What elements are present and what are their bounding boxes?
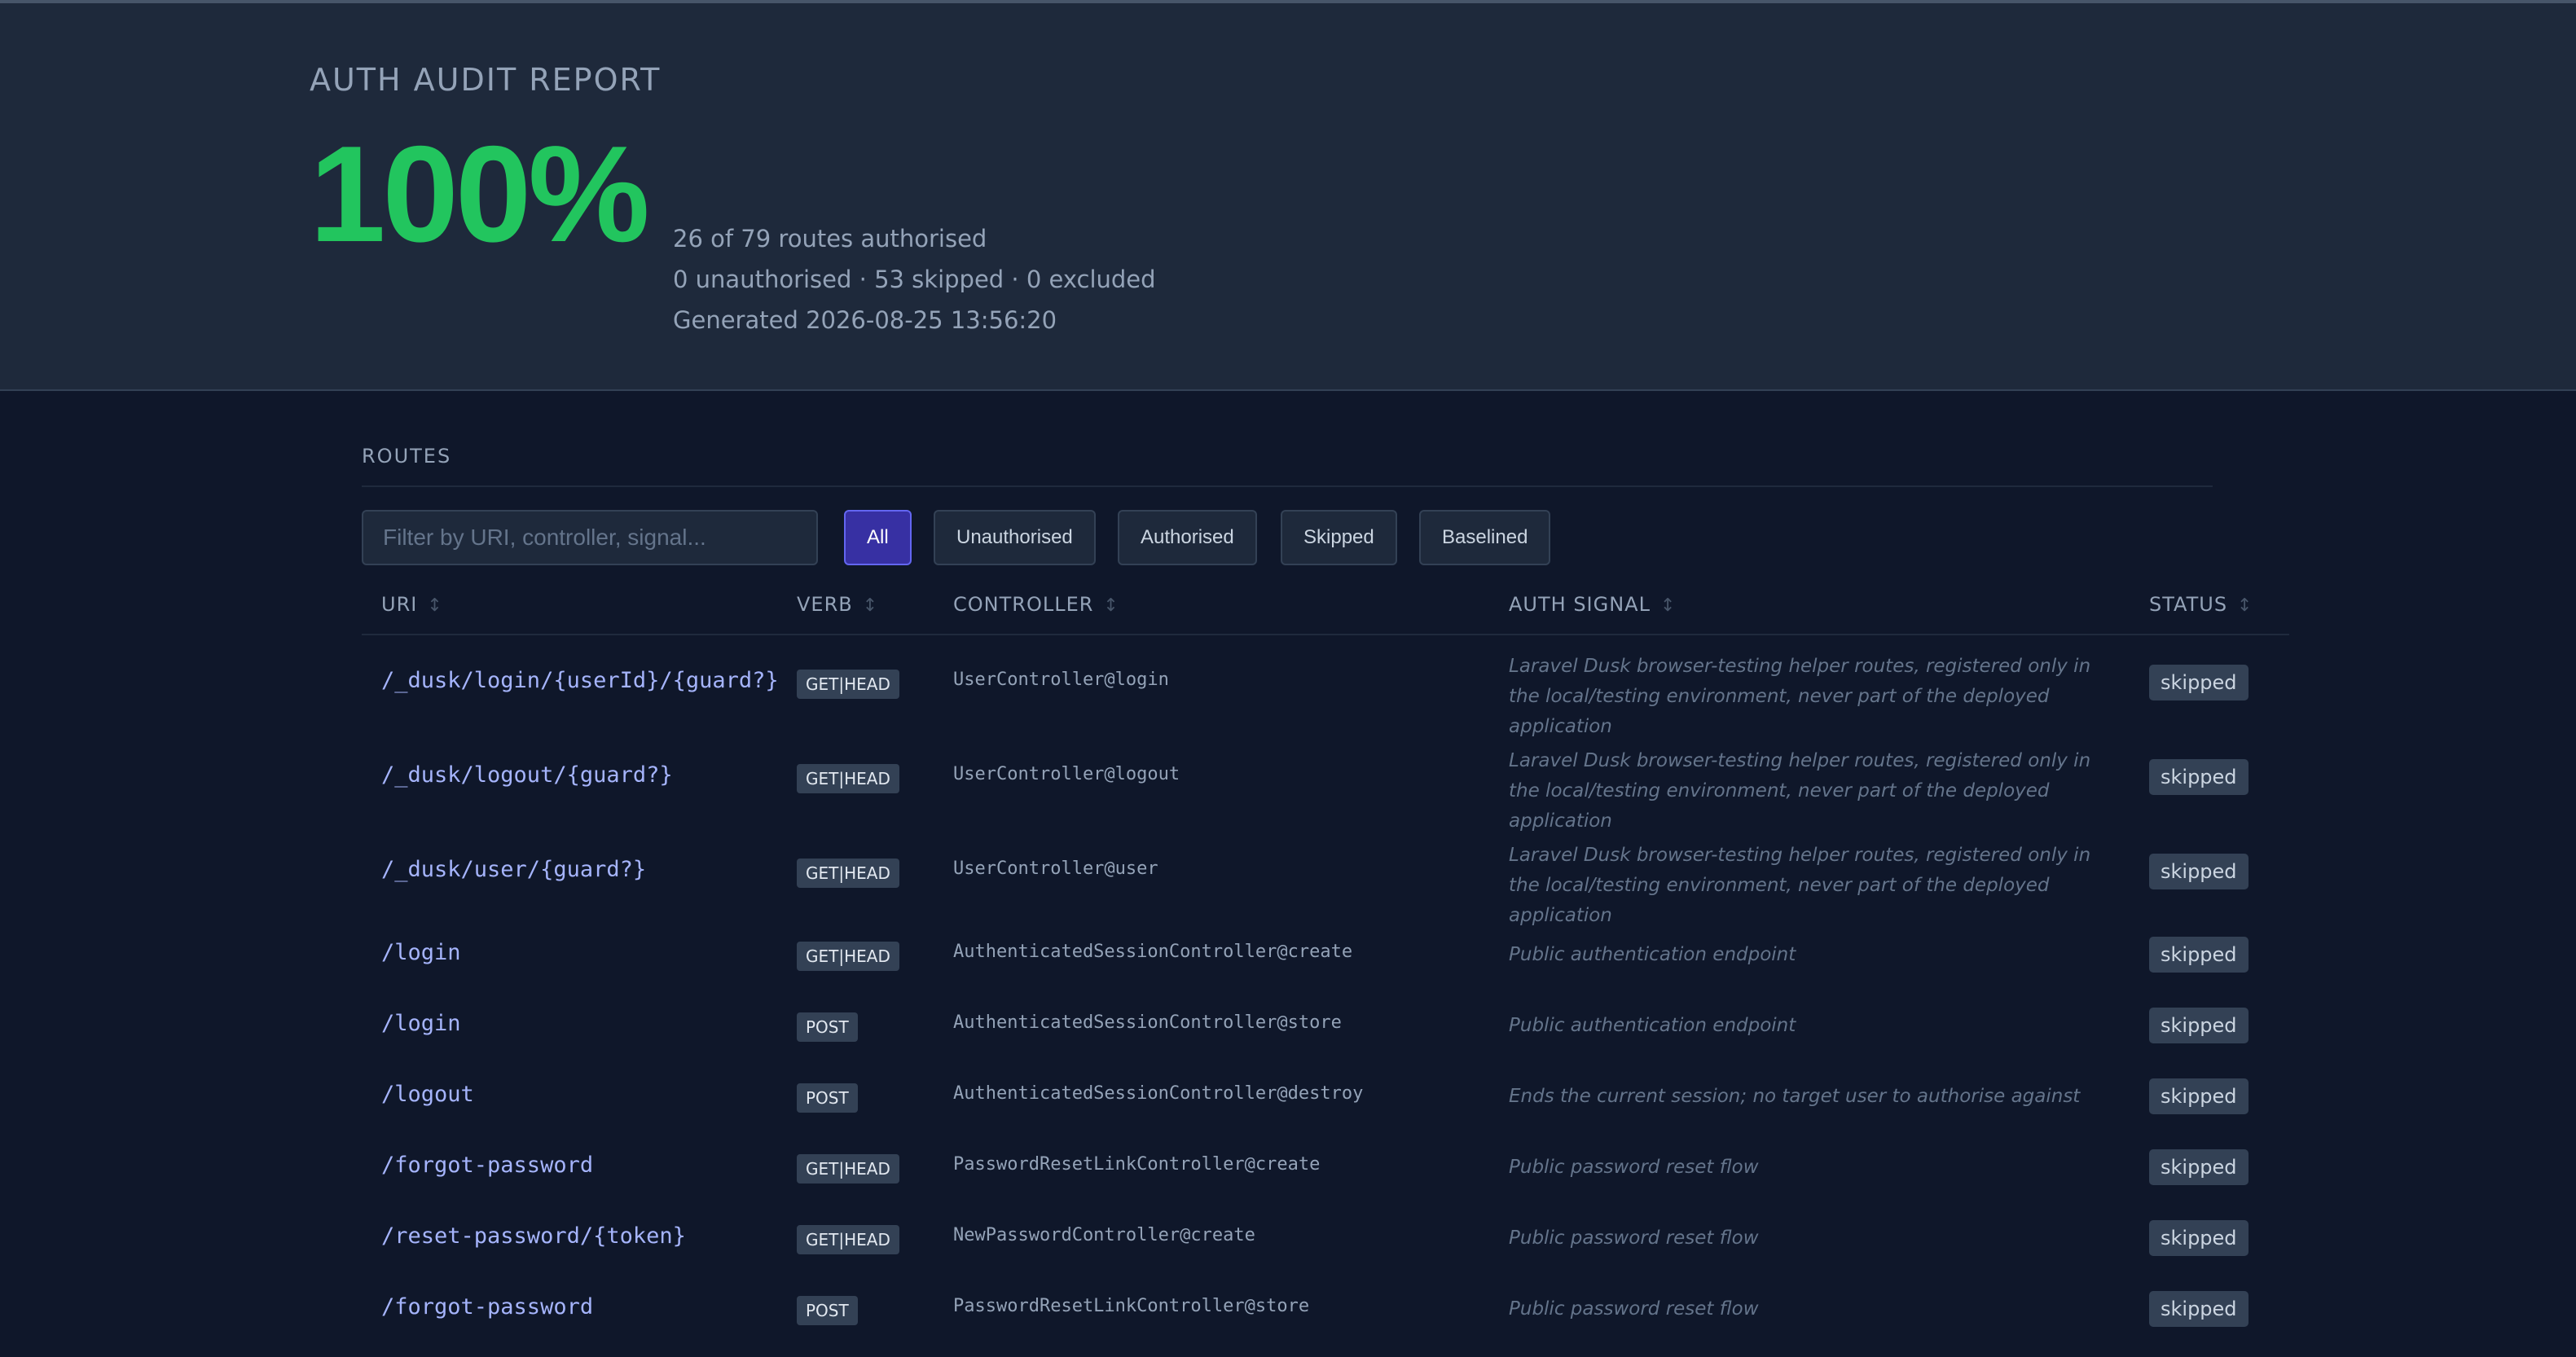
- controller-cell: PasswordResetLinkController@create: [953, 1154, 1321, 1175]
- column-header-verb[interactable]: VERB ↕: [797, 593, 878, 616]
- table-row[interactable]: /reset-password/{token} GET|HEAD NewPass…: [362, 1202, 2289, 1273]
- auth-signal-cell: Ends the current session; no target user…: [1509, 1086, 2081, 1107]
- status-badge: skipped: [2149, 1008, 2249, 1043]
- controller-cell: NewPasswordController@create: [953, 1225, 1255, 1245]
- filter-skipped-button[interactable]: Skipped: [1281, 510, 1397, 565]
- column-label: VERB: [797, 593, 853, 616]
- column-header-auth-signal[interactable]: AUTH SIGNAL ↕: [1509, 593, 1676, 616]
- controller-cell: UserController@logout: [953, 764, 1180, 784]
- table-row[interactable]: /_dusk/logout/{guard?} GET|HEAD UserCont…: [362, 730, 2289, 832]
- auth-signal-cell: Public password reset flow: [1509, 1157, 1759, 1178]
- sort-icon: ↕: [862, 595, 879, 616]
- filter-all-button[interactable]: All: [844, 510, 912, 565]
- auth-signal-cell: Laravel Dusk browser-testing helper rout…: [1509, 750, 2091, 832]
- status-badge: skipped: [2149, 1149, 2249, 1185]
- authorised-percentage: 100%: [310, 117, 650, 270]
- verb-badge: GET|HEAD: [797, 859, 899, 888]
- status-badge: skipped: [2149, 1220, 2249, 1256]
- status-badge: skipped: [2149, 665, 2249, 700]
- route-uri-link[interactable]: /forgot-password: [381, 1153, 593, 1178]
- verb-badge: GET|HEAD: [797, 942, 899, 971]
- report-summary: 26 of 79 routes authorised 0 unauthorise…: [673, 222, 1156, 344]
- summary-authorised-count: 26 of 79 routes authorised: [673, 225, 987, 253]
- table-row[interactable]: /logout POST AuthenticatedSessionControl…: [362, 1061, 2289, 1131]
- controller-cell: AuthenticatedSessionController@destroy: [953, 1083, 1364, 1104]
- table-row[interactable]: /forgot-password POST PasswordResetLinkC…: [362, 1273, 2289, 1344]
- route-uri-link[interactable]: /logout: [381, 1082, 474, 1107]
- status-badge: skipped: [2149, 759, 2249, 795]
- filter-unauthorised-button[interactable]: Unauthorised: [934, 510, 1096, 565]
- table-header: URI ↕ VERB ↕ CONTROLLER ↕ AUTH SIGNAL ↕ STAT…: [362, 586, 2289, 635]
- route-uri-link[interactable]: /login: [381, 940, 461, 965]
- controller-cell: UserController@user: [953, 859, 1158, 879]
- route-uri-link[interactable]: /forgot-password: [381, 1294, 593, 1320]
- route-uri-link[interactable]: /_dusk/login/{userId}/{guard?}: [381, 668, 779, 693]
- auth-signal-cell: Laravel Dusk browser-testing helper rout…: [1509, 845, 2091, 926]
- sort-icon: ↕: [1103, 595, 1119, 616]
- section-label: ROUTES: [362, 445, 452, 468]
- verb-badge: GET|HEAD: [797, 670, 899, 699]
- verb-badge: POST: [797, 1083, 858, 1113]
- verb-badge: GET|HEAD: [797, 1154, 899, 1184]
- auth-signal-cell: Laravel Dusk browser-testing helper rout…: [1509, 656, 2091, 737]
- route-uri-link[interactable]: /reset-password/{token}: [381, 1223, 686, 1249]
- routes-table-body: /_dusk/login/{userId}/{guard?} GET|HEAD …: [362, 635, 2289, 1344]
- summary-breakdown: 0 unauthorised · 53 skipped · 0 excluded: [673, 266, 1156, 293]
- status-badge: skipped: [2149, 937, 2249, 973]
- table-row[interactable]: /_dusk/login/{userId}/{guard?} GET|HEAD …: [362, 635, 2289, 737]
- table-row[interactable]: /login POST AuthenticatedSessionControll…: [362, 990, 2289, 1061]
- route-uri-link[interactable]: /_dusk/logout/{guard?}: [381, 762, 673, 788]
- column-label: AUTH SIGNAL: [1509, 593, 1651, 616]
- column-header-uri[interactable]: URI ↕: [381, 593, 443, 616]
- auth-signal-cell: Public password reset flow: [1509, 1227, 1759, 1249]
- auth-signal-cell: Public authentication endpoint: [1509, 1015, 1796, 1036]
- status-badge: skipped: [2149, 1291, 2249, 1327]
- column-label: URI: [381, 593, 418, 616]
- sort-icon: ↕: [427, 595, 443, 616]
- sort-icon: ↕: [1659, 595, 1677, 616]
- section-divider: [362, 485, 2213, 487]
- filter-authorised-button[interactable]: Authorised: [1118, 510, 1257, 565]
- table-row[interactable]: /login GET|HEAD AuthenticatedSessionCont…: [362, 919, 2289, 990]
- verb-badge: POST: [797, 1296, 858, 1325]
- column-label: STATUS: [2149, 593, 2228, 616]
- auth-signal-cell: Public password reset flow: [1509, 1298, 1759, 1320]
- controller-cell: AuthenticatedSessionController@create: [953, 942, 1353, 962]
- controller-cell: UserController@login: [953, 670, 1169, 690]
- controller-cell: AuthenticatedSessionController@store: [953, 1012, 1342, 1033]
- auth-signal-cell: Public authentication endpoint: [1509, 944, 1796, 965]
- route-uri-link[interactable]: /login: [381, 1011, 461, 1036]
- status-badge: skipped: [2149, 854, 2249, 889]
- filter-baselined-button[interactable]: Baselined: [1419, 510, 1551, 565]
- column-header-status[interactable]: STATUS ↕: [2149, 593, 2253, 616]
- verb-badge: GET|HEAD: [797, 1225, 899, 1254]
- table-row[interactable]: /forgot-password GET|HEAD PasswordResetL…: [362, 1131, 2289, 1202]
- column-label: CONTROLLER: [953, 593, 1094, 616]
- generated-timestamp: Generated 2026-08-25 13:56:20: [673, 306, 1057, 334]
- verb-badge: GET|HEAD: [797, 764, 899, 793]
- table-row[interactable]: /_dusk/user/{guard?} GET|HEAD UserContro…: [362, 824, 2289, 926]
- column-header-controller[interactable]: CONTROLLER ↕: [953, 593, 1119, 616]
- sort-icon: ↕: [2237, 595, 2253, 616]
- report-header: AUTH AUDIT REPORT 100% 26 of 79 routes a…: [0, 3, 2576, 391]
- report-title: AUTH AUDIT REPORT: [310, 62, 662, 98]
- controller-cell: PasswordResetLinkController@store: [953, 1296, 1310, 1316]
- filter-input[interactable]: [362, 510, 818, 565]
- route-uri-link[interactable]: /_dusk/user/{guard?}: [381, 857, 646, 882]
- status-badge: skipped: [2149, 1078, 2249, 1114]
- verb-badge: POST: [797, 1012, 858, 1042]
